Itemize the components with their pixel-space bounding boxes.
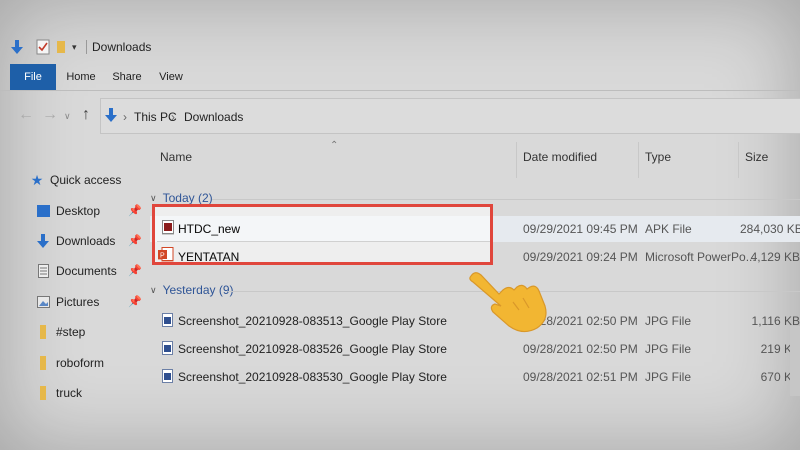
file-date: 09/28/2021 02:51 PM [523,370,638,384]
customize-dropdown-icon[interactable]: ▾ [72,42,77,53]
file-type: JPG File [645,314,692,328]
pin-icon[interactable]: 📌 [128,264,142,277]
nav-quick-access[interactable]: ★ Quick access [30,169,122,191]
sort-up-icon: ⌃ [330,140,339,151]
up-arrow-icon[interactable]: ↑ [82,106,90,124]
image-file-icon [162,313,173,332]
address-bar[interactable]: › This PC › Downloads [100,98,800,134]
desktop-icon [36,204,50,218]
nav-item-label: roboform [56,356,105,370]
tab-share[interactable]: Share [110,64,144,90]
pin-icon[interactable]: 📌 [128,295,142,308]
group-header-today[interactable]: ∨ Today (2) [150,191,213,205]
folder-icon [36,325,50,339]
image-file-icon [162,341,173,360]
column-header-name[interactable]: Name [160,150,192,172]
file-type: JPG File [645,342,692,356]
file-name: Screenshot_20210928-083526_Google Play S… [178,342,447,356]
tab-home[interactable]: Home [62,64,100,90]
file-date: 09/28/2021 02:50 PM [523,342,638,356]
download-location-icon [104,107,118,128]
group-label: Yesterday (9) [162,283,234,297]
window-title: Downloads [92,40,152,54]
file-name: Screenshot_20210928-083530_Google Play S… [178,370,447,384]
back-arrow-icon[interactable]: ← [18,106,34,124]
title-bar: ▾ Downloads [0,36,800,58]
column-header-size[interactable]: Size [745,150,768,172]
folder-icon [36,386,50,400]
nav-item-label: Downloads [56,234,116,248]
pin-icon[interactable]: 📌 [128,204,142,217]
quick-access-toolbar: ▾ [10,36,77,58]
file-type: JPG File [645,370,692,384]
group-header-yesterday[interactable]: ∨ Yesterday (9) [150,283,234,297]
file-type: APK File [645,222,692,236]
new-folder-icon[interactable] [56,39,66,55]
chevron-right-icon[interactable]: › [171,110,175,124]
nav-item-desktop[interactable]: Desktop [36,200,100,222]
download-arrow-icon[interactable] [10,39,24,55]
folder-icon [36,356,50,370]
group-divider [212,199,800,200]
nav-item-label: Quick access [50,173,122,187]
nav-item-roboform[interactable]: roboform [36,352,104,374]
explorer-window: ▾ Downloads File Home Share View ← → ∨ ↑… [0,0,800,450]
file-date: 09/29/2021 09:24 PM [523,250,638,264]
chevron-down-icon: ∨ [150,284,157,295]
group-label: Today (2) [162,191,213,205]
nav-item-label: Desktop [56,204,101,218]
chevron-down-icon: ∨ [150,192,157,203]
column-header-type[interactable]: Type [645,150,671,172]
breadcrumb-downloads[interactable]: Downloads [184,110,243,124]
nav-item-label: #step [56,325,86,339]
tab-view[interactable]: View [154,64,188,90]
chevron-right-icon[interactable]: › [123,110,127,124]
download-arrow-icon [36,234,50,248]
nav-item-label: Documents [56,264,117,278]
documents-icon [36,264,50,278]
pin-icon[interactable]: 📌 [128,234,142,247]
pointing-hand-icon [465,268,555,343]
scrollbar-thumb[interactable] [790,326,800,396]
file-size: 284,030 KB [740,222,800,236]
column-header-date[interactable]: Date modified [523,150,597,172]
nav-item-downloads[interactable]: Downloads [36,230,115,252]
column-separator[interactable] [516,142,517,178]
nav-item-truck[interactable]: truck [36,382,82,404]
file-size: 4,129 KB [750,250,800,264]
nav-item-label: truck [56,386,83,400]
image-file-icon [162,369,173,388]
ribbon-tabs: File Home Share View [0,64,800,90]
nav-item-step[interactable]: #step [36,321,85,343]
file-name: Screenshot_20210928-083513_Google Play S… [178,314,447,328]
navigation-bar: ← → ∨ ↑ › This PC › Downloads [0,98,800,134]
file-date: 09/29/2021 09:45 PM [523,222,638,236]
column-separator[interactable] [738,142,739,178]
star-icon: ★ [30,171,44,188]
list-item[interactable]: Screenshot_20210928-083530_Google Play S… [150,364,800,390]
title-separator [86,40,87,54]
navigation-pane: ★ Quick access Desktop 📌 Downloads 📌 Doc… [0,160,150,450]
ribbon-divider [0,90,800,91]
nav-item-documents[interactable]: Documents [36,260,117,282]
forward-arrow-icon[interactable]: → [42,106,58,124]
column-separator[interactable] [638,142,639,178]
recent-locations-icon[interactable]: ∨ [64,111,71,122]
highlight-divider [157,241,490,242]
highlight-box [152,204,493,265]
nav-item-label: Pictures [56,295,100,309]
nav-item-pictures[interactable]: Pictures [36,291,99,313]
properties-icon[interactable] [36,39,50,55]
pictures-icon [36,295,50,309]
tab-file[interactable]: File [10,64,56,90]
